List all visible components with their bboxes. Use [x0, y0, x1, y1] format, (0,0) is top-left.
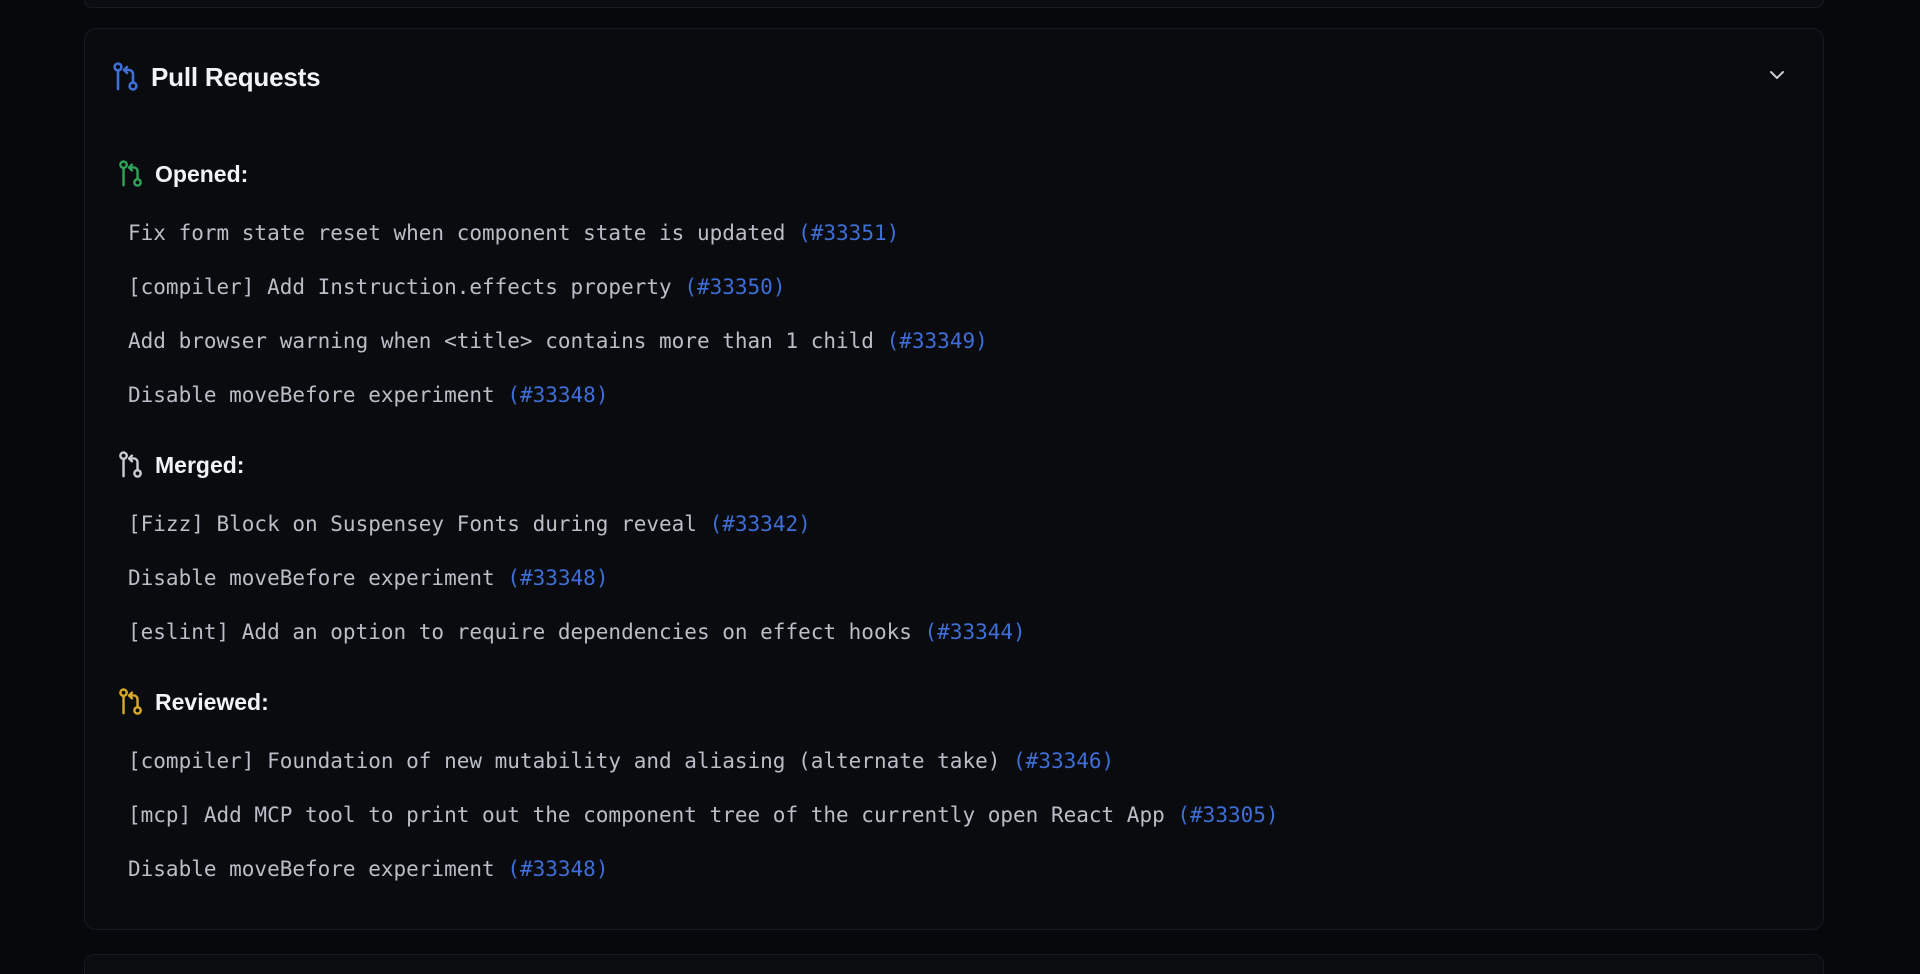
pr-list-item[interactable]: Disable moveBefore experiment (#33348): [128, 380, 608, 410]
section-reviewed: Reviewed:: [117, 685, 269, 719]
pr-list-item[interactable]: [Fizz] Block on Suspensey Fonts during r…: [128, 509, 811, 539]
card-title: Pull Requests: [151, 61, 321, 92]
pull-requests-card: Pull Requests Opened: Fix form state res…: [84, 28, 1824, 930]
pr-list-item[interactable]: [compiler] Foundation of new mutability …: [128, 746, 1114, 776]
card-header[interactable]: Pull Requests: [85, 29, 1823, 125]
pr-number-link[interactable]: (#33349): [887, 329, 988, 353]
pr-list-item[interactable]: Disable moveBefore experiment (#33348): [128, 854, 608, 884]
section-merged: Merged:: [117, 448, 244, 482]
next-card-edge: [84, 954, 1824, 974]
pr-list-item[interactable]: [eslint] Add an option to require depend…: [128, 617, 1026, 647]
section-label: Reviewed:: [155, 688, 269, 715]
pr-title: Disable moveBefore experiment: [128, 566, 495, 590]
pr-list-item[interactable]: Fix form state reset when component stat…: [128, 218, 899, 248]
previous-card-edge: [84, 0, 1824, 8]
git-merge-icon: [117, 450, 145, 480]
pr-number-link[interactable]: (#33348): [507, 383, 608, 407]
pr-number-link[interactable]: (#33305): [1177, 803, 1278, 827]
pr-list-item[interactable]: Disable moveBefore experiment (#33348): [128, 563, 608, 593]
section-opened: Opened:: [117, 157, 248, 191]
pr-title: Disable moveBefore experiment: [128, 857, 495, 881]
pr-title: Fix form state reset when component stat…: [128, 221, 786, 245]
pr-title: Add browser warning when <title> contain…: [128, 329, 874, 353]
pr-title: [eslint] Add an option to require depend…: [128, 620, 912, 644]
pr-number-link[interactable]: (#33351): [798, 221, 899, 245]
pr-number-link[interactable]: (#33350): [684, 275, 785, 299]
pr-list-item[interactable]: [compiler] Add Instruction.effects prope…: [128, 272, 785, 302]
section-label: Opened:: [155, 160, 249, 187]
pr-title: [mcp] Add MCP tool to print out the comp…: [128, 803, 1165, 827]
pr-title: [compiler] Foundation of new mutability …: [128, 749, 1001, 773]
pr-title: [Fizz] Block on Suspensey Fonts during r…: [128, 512, 697, 536]
chevron-down-icon[interactable]: [1767, 65, 1787, 85]
pr-list-item[interactable]: [mcp] Add MCP tool to print out the comp…: [128, 800, 1279, 830]
git-pull-request-icon: [111, 61, 141, 93]
pr-title: Disable moveBefore experiment: [128, 383, 495, 407]
pr-title: [compiler] Add Instruction.effects prope…: [128, 275, 672, 299]
section-label: Merged:: [155, 451, 245, 478]
pr-list-item[interactable]: Add browser warning when <title> contain…: [128, 326, 988, 356]
pr-number-link[interactable]: (#33348): [507, 857, 608, 881]
pr-number-link[interactable]: (#33342): [710, 512, 811, 536]
git-pull-request-icon: [117, 159, 145, 189]
pr-number-link[interactable]: (#33344): [925, 620, 1026, 644]
pr-number-link[interactable]: (#33346): [1013, 749, 1114, 773]
pr-number-link[interactable]: (#33348): [507, 566, 608, 590]
git-pull-request-icon: [117, 687, 145, 717]
